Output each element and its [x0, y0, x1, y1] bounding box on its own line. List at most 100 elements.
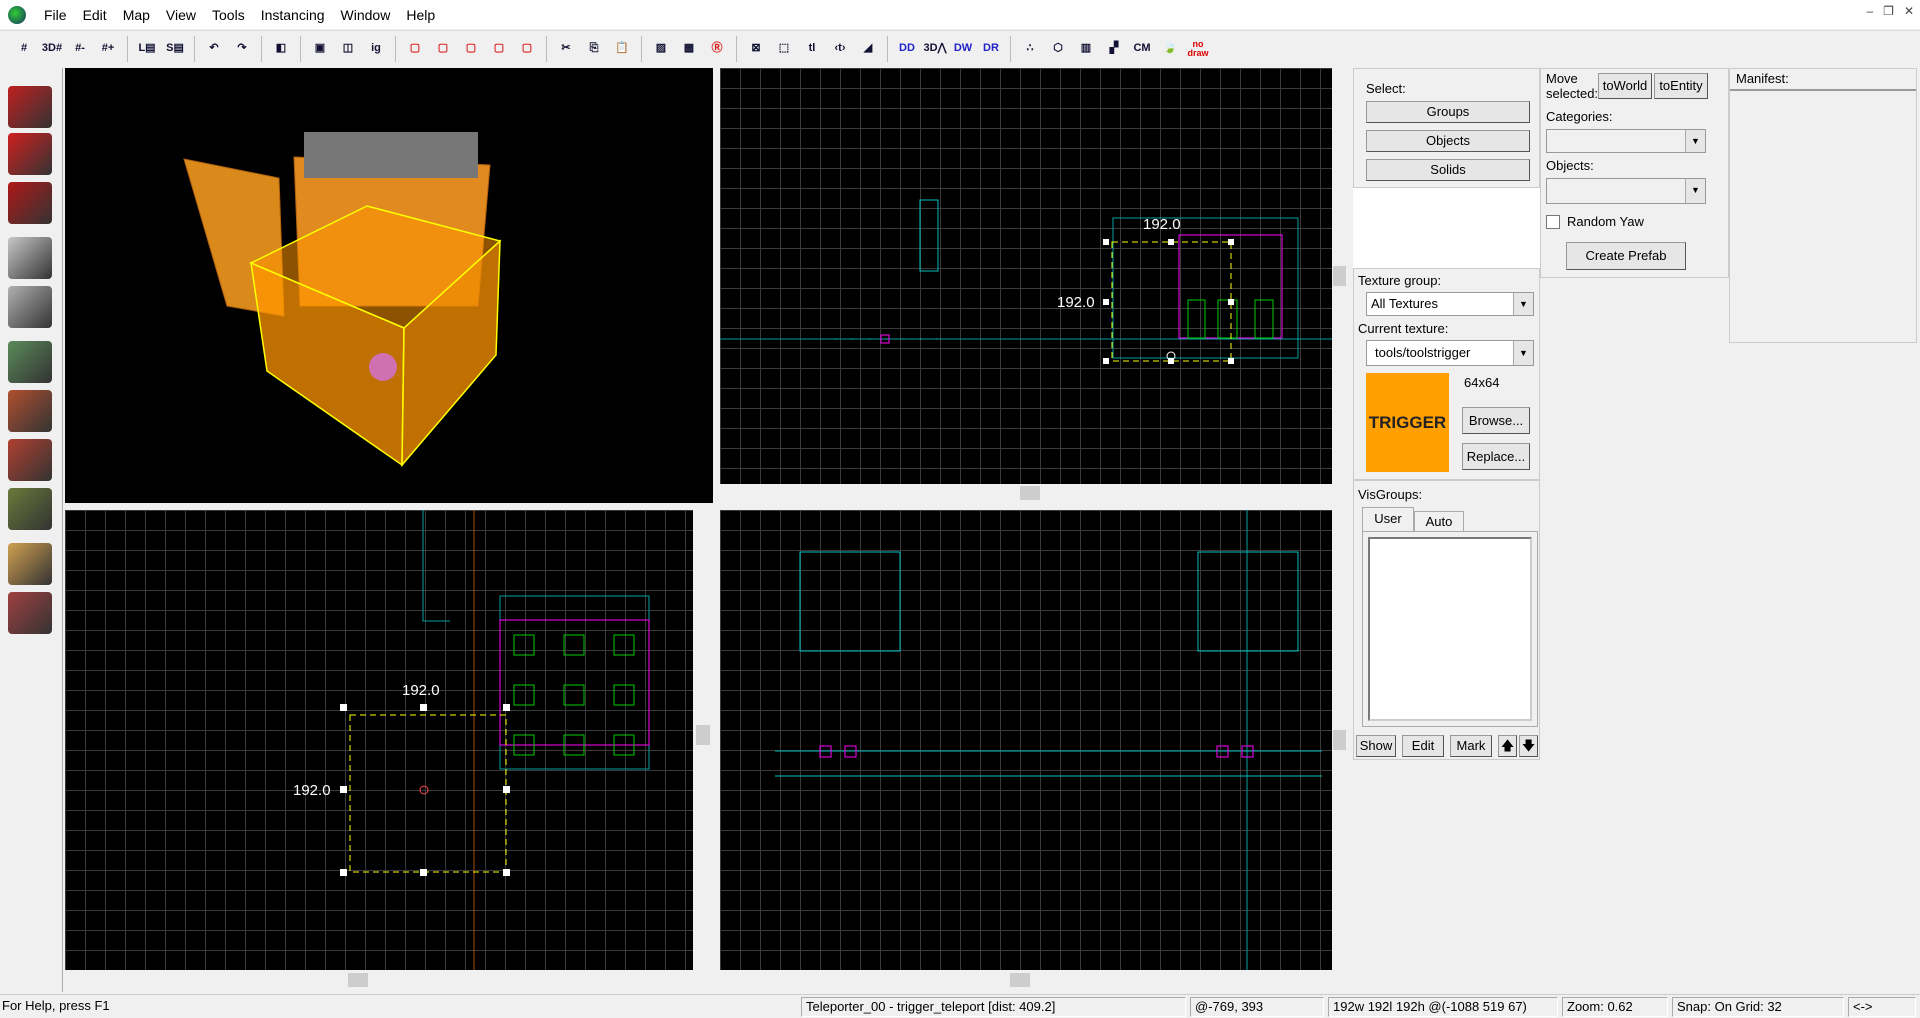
3d-models-icon[interactable]: 3D⋀ [922, 35, 948, 63]
magnify-tool-icon[interactable] [8, 133, 52, 175]
top-2d-view[interactable]: 192.0 192.0 [720, 68, 1332, 484]
selection-by-handles-icon[interactable]: ⬚ [771, 35, 797, 63]
larger-grid-icon[interactable]: #+ [95, 35, 121, 63]
copy-icon[interactable]: ⎘ [581, 35, 607, 63]
ignore-grouping-icon[interactable]: ig [363, 35, 389, 63]
side-view-hscrollbar[interactable] [65, 970, 713, 990]
menu-tools[interactable]: Tools [204, 7, 253, 23]
front-view-vscrollbar[interactable] [1332, 510, 1347, 970]
texture-lock-flip-icon[interactable]: ‹t› [827, 35, 853, 63]
load-window-state-icon[interactable]: L▤ [134, 35, 160, 63]
tab-auto[interactable]: Auto [1414, 511, 1464, 531]
chevron-down-icon: ▼ [1685, 130, 1705, 152]
front-view-hscrollbar[interactable] [720, 970, 1347, 990]
tab-user[interactable]: User [1362, 507, 1414, 531]
categories-label: Categories: [1546, 109, 1613, 124]
hide-unselected-icon[interactable]: ▢ [430, 35, 456, 63]
selected-trigger[interactable] [349, 714, 507, 873]
select-solids-button[interactable]: Solids [1366, 159, 1530, 181]
quick-hide-icon[interactable]: ▢ [486, 35, 512, 63]
selected-trigger[interactable] [1111, 241, 1232, 362]
cubemap-icon[interactable]: CM [1129, 35, 1155, 63]
display-models-2d-icon[interactable]: DD [894, 35, 920, 63]
top-view-hscrollbar[interactable] [720, 484, 1347, 502]
to-entity-button[interactable]: toEntity [1654, 73, 1708, 99]
menu-window[interactable]: Window [333, 7, 399, 23]
side-view-vscrollbar[interactable] [693, 510, 713, 970]
selection-tool-icon[interactable] [8, 86, 52, 128]
select-label: Select: [1366, 81, 1406, 96]
overlay-tool-icon[interactable] [8, 488, 52, 530]
decal-tool-icon[interactable] [8, 439, 52, 481]
menu-help[interactable]: Help [398, 7, 443, 23]
menu-map[interactable]: Map [115, 7, 158, 23]
close-button[interactable]: ✕ [1904, 4, 1914, 18]
clipping-tool-icon[interactable] [8, 543, 52, 585]
menu-view[interactable]: View [158, 7, 204, 23]
texture-group-dropdown[interactable]: All Textures ▼ [1366, 292, 1534, 316]
move-down-button[interactable]: 🡇 [1519, 735, 1538, 757]
radius-culling-icon[interactable]: Ⓡ [704, 35, 730, 63]
replace-button[interactable]: Replace... [1462, 443, 1530, 470]
redo-icon[interactable]: ↷ [229, 35, 255, 63]
mark-button[interactable]: Mark [1450, 735, 1492, 757]
menu-instancing[interactable]: Instancing [253, 7, 333, 23]
menu-file[interactable]: File [36, 7, 75, 23]
to-world-button[interactable]: toWorld [1598, 73, 1652, 99]
hide-selected-icon[interactable]: ▢ [402, 35, 428, 63]
carve-icon[interactable]: ◧ [268, 35, 294, 63]
camera-3d-view[interactable] [65, 68, 713, 503]
auto-visgroups-icon[interactable]: 🍃 [1157, 35, 1183, 63]
select-objects-button[interactable]: Objects [1366, 130, 1530, 152]
edit-button[interactable]: Edit [1402, 735, 1444, 757]
smaller-grid-icon[interactable]: #- [67, 35, 93, 63]
texture-preview[interactable]: TRIGGER [1366, 373, 1449, 472]
paste-icon[interactable]: 📋 [609, 35, 635, 63]
categories-dropdown[interactable]: ▼ [1546, 129, 1706, 153]
show-button[interactable]: Show [1356, 735, 1396, 757]
current-texture-dropdown[interactable]: tools/toolstrigger ▼ [1366, 340, 1534, 366]
camera-tool-icon[interactable] [8, 182, 52, 224]
group-icon[interactable]: ▣ [307, 35, 333, 63]
texture-lock-icon[interactable]: ⊠ [743, 35, 769, 63]
visgroups-list[interactable] [1368, 537, 1532, 721]
objects-dropdown[interactable]: ▼ [1546, 178, 1706, 204]
minimize-button[interactable]: ‒ [1866, 4, 1873, 18]
front-2d-view[interactable] [720, 510, 1332, 970]
move-up-button[interactable]: 🡅 [1498, 735, 1517, 757]
move-to-world-icon[interactable]: ▩ [676, 35, 702, 63]
manifest-list[interactable] [1730, 89, 1916, 91]
toggle-lightmap-icon[interactable]: ▞ [1101, 35, 1127, 63]
vertex-tool-icon[interactable] [8, 592, 52, 634]
block-tool-icon[interactable] [8, 286, 52, 328]
tie-to-entity-icon[interactable]: ▨ [648, 35, 674, 63]
toggle-textures-icon[interactable]: ▥ [1073, 35, 1099, 63]
menu-edit[interactable]: Edit [75, 7, 115, 23]
flip-icon[interactable]: ◢ [855, 35, 881, 63]
save-window-state-icon[interactable]: S▤ [162, 35, 188, 63]
top-view-vscrollbar[interactable] [1332, 68, 1347, 484]
ungroup-icon[interactable]: ◫ [335, 35, 361, 63]
nodraw-icon[interactable]: no draw [1185, 35, 1211, 63]
3d-grid-icon[interactable]: 3D# [39, 35, 65, 63]
apply-texture-icon[interactable] [8, 390, 52, 432]
create-prefab-button[interactable]: Create Prefab [1566, 242, 1686, 270]
quick-unhide-icon[interactable]: ▢ [514, 35, 540, 63]
cut-icon[interactable]: ✂ [553, 35, 579, 63]
entity-tool-icon[interactable] [8, 237, 52, 279]
side-2d-view[interactable]: 192.0 192.0 [65, 510, 693, 970]
random-yaw-checkbox[interactable] [1546, 215, 1560, 229]
select-groups-button[interactable]: Groups [1366, 101, 1530, 123]
restore-button[interactable]: ❐ [1883, 4, 1894, 18]
display-helpers-icon[interactable]: ∴ [1017, 35, 1043, 63]
display-walls-icon[interactable]: DW [950, 35, 976, 63]
texture-lock-scale-icon[interactable]: tl [799, 35, 825, 63]
browse-button[interactable]: Browse... [1462, 407, 1530, 434]
toggle-wireframe-icon[interactable]: ⬡ [1045, 35, 1071, 63]
display-ropes-icon[interactable]: DR [978, 35, 1004, 63]
undo-icon[interactable]: ↶ [201, 35, 227, 63]
grid-toggle-icon[interactable]: # [11, 35, 37, 63]
texture-application-icon[interactable] [8, 341, 52, 383]
unhide-icon[interactable]: ▢ [458, 35, 484, 63]
tool-palette [0, 68, 63, 992]
